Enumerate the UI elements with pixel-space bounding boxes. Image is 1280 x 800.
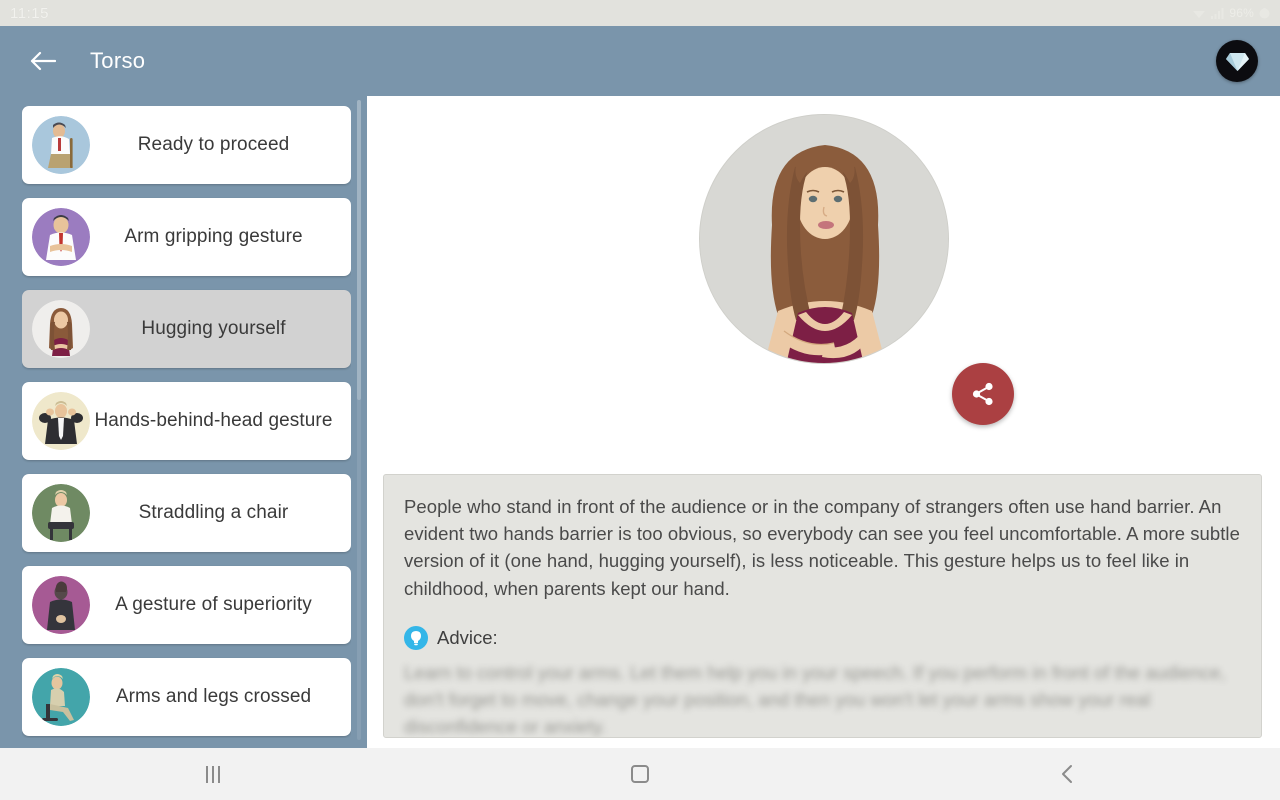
description-card: People who stand in front of the audienc… <box>383 474 1262 738</box>
advice-header: Advice: <box>404 625 1241 650</box>
man-in-tie-icon <box>32 208 90 266</box>
detail-panel: People who stand in front of the audienc… <box>367 96 1280 748</box>
app-root: 11:15 96% Torso Ready to proceed Arm gri… <box>0 0 1280 800</box>
person-back-turned-icon <box>32 576 90 634</box>
signal-icon <box>1211 7 1224 19</box>
sidebar-scrollbar-thumb[interactable] <box>357 100 361 400</box>
sidebar-item-arms-and-legs-crossed[interactable]: Arms and legs crossed <box>22 658 351 736</box>
diamond-icon[interactable] <box>1216 40 1258 82</box>
android-navigation-bar <box>0 748 1280 800</box>
battery-icon <box>1259 7 1270 19</box>
man-hands-behind-head-icon <box>32 392 90 450</box>
woman-hugging-icon <box>32 300 90 358</box>
gesture-list-scroll: Ready to proceed Arm gripping gesture Hu… <box>22 106 351 738</box>
sidebar-item-label: A gesture of superiority <box>115 593 312 615</box>
status-bar: 11:15 96% <box>0 0 1280 26</box>
person-straddling-chair-icon <box>32 484 90 542</box>
sidebar-item-label: Arm gripping gesture <box>124 225 303 247</box>
status-indicators: 96% <box>1192 6 1270 20</box>
woman-hugging-herself-illustration <box>698 114 949 364</box>
gesture-list-sidebar: Ready to proceed Arm gripping gesture Hu… <box>0 96 367 748</box>
home-icon[interactable] <box>427 748 854 800</box>
hero-section <box>367 96 1280 451</box>
lightbulb-icon <box>404 625 428 650</box>
sidebar-item-arm-gripping-gesture[interactable]: Arm gripping gesture <box>22 198 351 276</box>
sidebar-item-ready-to-proceed[interactable]: Ready to proceed <box>22 106 351 184</box>
sidebar-item-label: Ready to proceed <box>137 133 290 155</box>
content-area: Ready to proceed Arm gripping gesture Hu… <box>0 96 1280 748</box>
sidebar-item-hands-behind-head-gesture[interactable]: Hands-behind-head gesture <box>22 382 351 460</box>
person-kneeling-icon <box>32 116 90 174</box>
page-title: Torso <box>90 48 146 73</box>
sidebar-item-straddling-a-chair[interactable]: Straddling a chair <box>22 474 351 552</box>
sidebar-item-label: Hugging yourself <box>141 317 286 339</box>
gesture-description: People who stand in front of the audienc… <box>404 496 1240 599</box>
sidebar-item-label: Arms and legs crossed <box>115 685 312 707</box>
wifi-icon <box>1192 8 1206 19</box>
app-bar: Torso <box>0 26 1280 96</box>
status-clock: 11:15 <box>10 4 49 22</box>
share-button[interactable] <box>952 363 1014 425</box>
person-seated-crossed-icon <box>32 668 90 726</box>
recents-icon[interactable] <box>0 748 427 800</box>
sidebar-item-hugging-yourself[interactable]: Hugging yourself <box>22 290 351 368</box>
advice-locked-text: Learn to control your arms. Let them hel… <box>404 661 1226 738</box>
advice-label: Advice: <box>437 626 498 648</box>
battery-percent: 96% <box>1229 6 1254 20</box>
back-arrow-icon[interactable] <box>26 44 60 78</box>
sidebar-item-label: Straddling a chair <box>138 501 289 523</box>
back-chevron-icon[interactable] <box>853 748 1280 800</box>
sidebar-item-label: Hands-behind-head gesture <box>94 409 333 431</box>
sidebar-item-a-gesture-of-superiority[interactable]: A gesture of superiority <box>22 566 351 644</box>
